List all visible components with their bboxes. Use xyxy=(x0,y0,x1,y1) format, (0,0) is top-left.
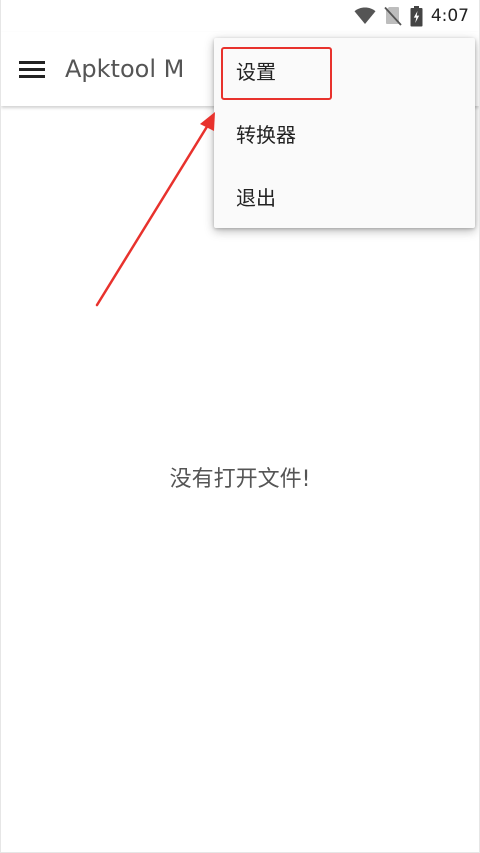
menu-item-label: 退出 xyxy=(236,186,276,210)
battery-charging-icon xyxy=(410,5,423,26)
app-screen: 4:07 Apktool M 没有打开文件! 设置 转换器 退出 xyxy=(0,0,480,853)
status-icons: 4:07 xyxy=(354,5,469,27)
empty-state-message: 没有打开文件! xyxy=(169,467,311,492)
menu-item-converter[interactable]: 转换器 xyxy=(214,103,475,166)
wifi-icon xyxy=(354,7,376,24)
menu-item-label: 转换器 xyxy=(236,123,296,147)
overflow-menu: 设置 转换器 退出 xyxy=(214,38,475,228)
menu-item-label: 设置 xyxy=(236,60,276,84)
menu-item-settings[interactable]: 设置 xyxy=(214,40,475,103)
status-time: 4:07 xyxy=(430,6,469,26)
no-sim-icon xyxy=(384,6,402,26)
menu-item-exit[interactable]: 退出 xyxy=(214,166,475,229)
hamburger-menu-icon[interactable] xyxy=(19,58,45,80)
app-title: Apktool M xyxy=(65,55,185,83)
status-bar: 4:07 xyxy=(1,0,479,32)
